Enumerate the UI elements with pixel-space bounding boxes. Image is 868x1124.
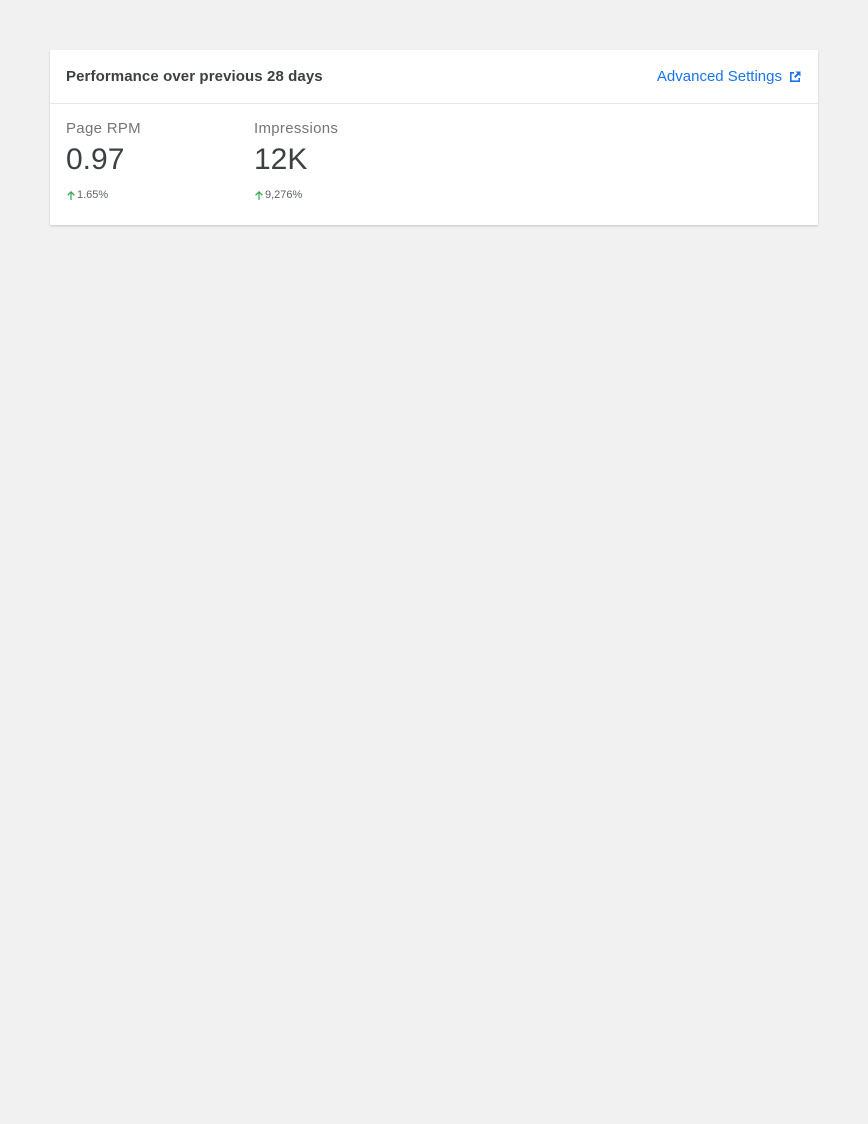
- metric-value: 12K: [254, 143, 308, 176]
- card-header: Performance over previous 28 days Advanc…: [50, 50, 818, 104]
- arrow-up-icon: [67, 190, 75, 200]
- metric-impressions: Impressions 12K 9,276%: [254, 120, 442, 201]
- advanced-settings-label: Advanced Settings: [656, 68, 782, 85]
- advanced-settings-link[interactable]: Advanced Settings: [657, 68, 802, 85]
- performance-card: Performance over previous 28 days Advanc…: [50, 50, 818, 225]
- metric-value: 0.97: [66, 143, 125, 176]
- metric-change: 1.65%: [66, 189, 254, 201]
- arrow-up-icon: [255, 190, 263, 200]
- metric-change-value: 1.65%: [77, 189, 109, 201]
- metrics-row: Page RPM 0.97 1.65% Impressions 12K 9,27…: [50, 104, 818, 201]
- metric-change-value: 9,276%: [265, 189, 303, 201]
- metric-change: 9,276%: [254, 189, 442, 201]
- metric-page-rpm: Page RPM 0.97 1.65%: [66, 120, 254, 201]
- metric-label: Page RPM: [66, 120, 141, 137]
- card-title: Performance over previous 28 days: [66, 68, 323, 85]
- external-link-icon: [790, 71, 801, 82]
- metric-label: Impressions: [254, 120, 339, 137]
